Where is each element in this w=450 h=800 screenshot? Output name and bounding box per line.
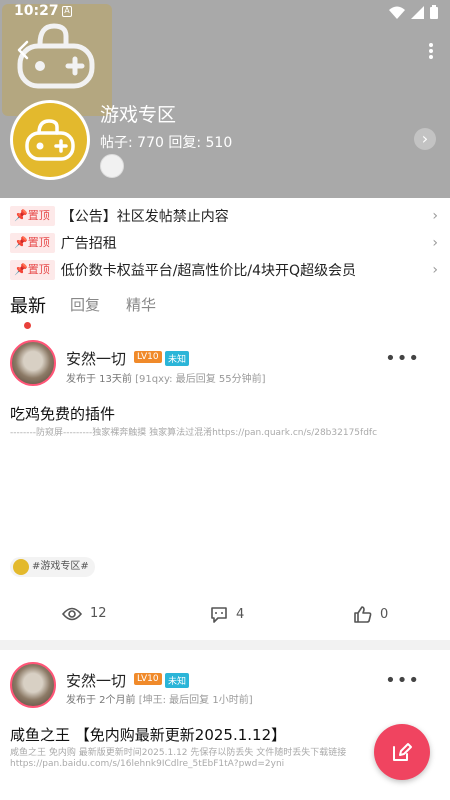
pinned-item[interactable]: 📌置顶 广告招租 ›	[0, 229, 450, 256]
status-bar: 10:27 A	[0, 0, 450, 24]
post-card[interactable]: 安然一切 LV10 未知 发布于 13天前 [91qxy: 最后回复 55分钟前…	[0, 334, 450, 634]
pinned-badge: 📌置顶	[10, 232, 55, 253]
user-avatar[interactable]	[10, 340, 56, 386]
more-horizontal-icon[interactable]: •••	[385, 670, 420, 691]
back-arrow-icon[interactable]	[12, 38, 36, 62]
chevron-right-icon: ›	[432, 262, 438, 278]
comments-count[interactable]: 4	[210, 606, 244, 623]
topic-tag-icon	[13, 559, 29, 575]
pin-icon: 📌	[14, 235, 28, 249]
post-separator	[0, 640, 450, 650]
zone-detail-arrow-icon[interactable]: ›	[414, 128, 436, 150]
user-avatar[interactable]	[10, 662, 56, 708]
status-icons	[389, 5, 438, 19]
zone-stats: 帖子: 770 回复: 510	[100, 135, 233, 151]
username[interactable]: 安然一切	[66, 670, 126, 691]
pinned-list: 📌置顶 【公告】社区发帖禁止内容 › 📌置顶 广告招租 › 📌置顶 低价数卡权益…	[0, 202, 450, 283]
chevron-right-icon: ›	[432, 235, 438, 251]
post-title[interactable]: 吃鸡免费的插件	[10, 403, 115, 424]
likes-count[interactable]: 0	[354, 606, 388, 623]
post-meta: 发布于 13天前 [91qxy: 最后回复 55分钟前]	[66, 374, 266, 385]
views-count[interactable]: 12	[62, 606, 107, 621]
zone-title: 游戏专区	[100, 104, 177, 126]
active-tab-indicator	[24, 322, 31, 329]
signal-icon	[411, 5, 424, 19]
comment-icon	[211, 607, 227, 623]
pin-icon: 📌	[14, 262, 28, 276]
post-title[interactable]: 咸鱼之王 【免内购最新更新2025.1.12】	[10, 724, 286, 745]
post-actions: 12 4 0	[0, 598, 450, 638]
thumbs-up-icon	[354, 606, 372, 623]
username[interactable]: 安然一切	[66, 348, 126, 369]
compose-button[interactable]	[374, 724, 430, 780]
gender-badge: 未知	[165, 673, 190, 688]
level-badge: LV10	[134, 673, 162, 685]
gamepad-icon	[25, 119, 75, 161]
zone-avatar	[10, 100, 90, 180]
gender-badge: 未知	[165, 351, 190, 366]
post-excerpt-link: https://pan.baidu.com/s/16lehnk9ICdlre_5…	[10, 759, 285, 769]
wifi-icon	[389, 6, 405, 19]
pinned-title: 广告招租	[60, 235, 117, 252]
pin-icon: 📌	[14, 208, 28, 222]
post-card[interactable]: 安然一切 LV10 未知 发布于 2个月前 [坤王: 最后回复 1小时前] ••…	[0, 650, 450, 800]
tab-latest[interactable]: 最新	[10, 292, 46, 318]
moderator-avatar[interactable]	[100, 154, 124, 178]
pinned-item[interactable]: 📌置顶 【公告】社区发帖禁止内容 ›	[0, 202, 450, 229]
post-meta: 发布于 2个月前 [坤王: 最后回复 1小时前]	[66, 695, 253, 706]
more-vertical-icon[interactable]	[428, 42, 434, 60]
pinned-title: 【公告】社区发帖禁止内容	[60, 208, 229, 225]
level-badge: LV10	[134, 351, 162, 363]
zone-header: 10:27 A 游戏专区 帖子: 770 回复: 510 ›	[0, 0, 450, 198]
post-excerpt: 咸鱼之王 免内购 最新版更新时间2025.1.12 先保存以防丢失 文件随时丢失…	[10, 748, 347, 758]
status-time: 10:27	[14, 3, 59, 19]
sim-icon: A	[62, 6, 72, 17]
edit-icon	[393, 743, 412, 761]
topic-tag[interactable]: #游戏专区#	[10, 557, 95, 577]
eye-icon	[62, 607, 82, 620]
pinned-title: 低价数卡权益平台/超高性价比/4块开Q超级会员	[60, 262, 357, 279]
tab-reply[interactable]: 回复	[70, 294, 100, 315]
post-excerpt: --------防窥屏---------独家裸奔触摸 独家算法过混淆https:…	[10, 428, 378, 438]
pinned-item[interactable]: 📌置顶 低价数卡权益平台/超高性价比/4块开Q超级会员 ›	[0, 256, 450, 283]
chevron-right-icon: ›	[432, 208, 438, 224]
battery-icon	[430, 5, 438, 19]
tab-featured[interactable]: 精华	[126, 294, 156, 315]
sort-tabs: 最新 回复 精华	[0, 290, 450, 330]
pinned-badge: 📌置顶	[10, 259, 55, 280]
pinned-badge: 📌置顶	[10, 205, 55, 226]
more-horizontal-icon[interactable]: •••	[385, 348, 420, 369]
